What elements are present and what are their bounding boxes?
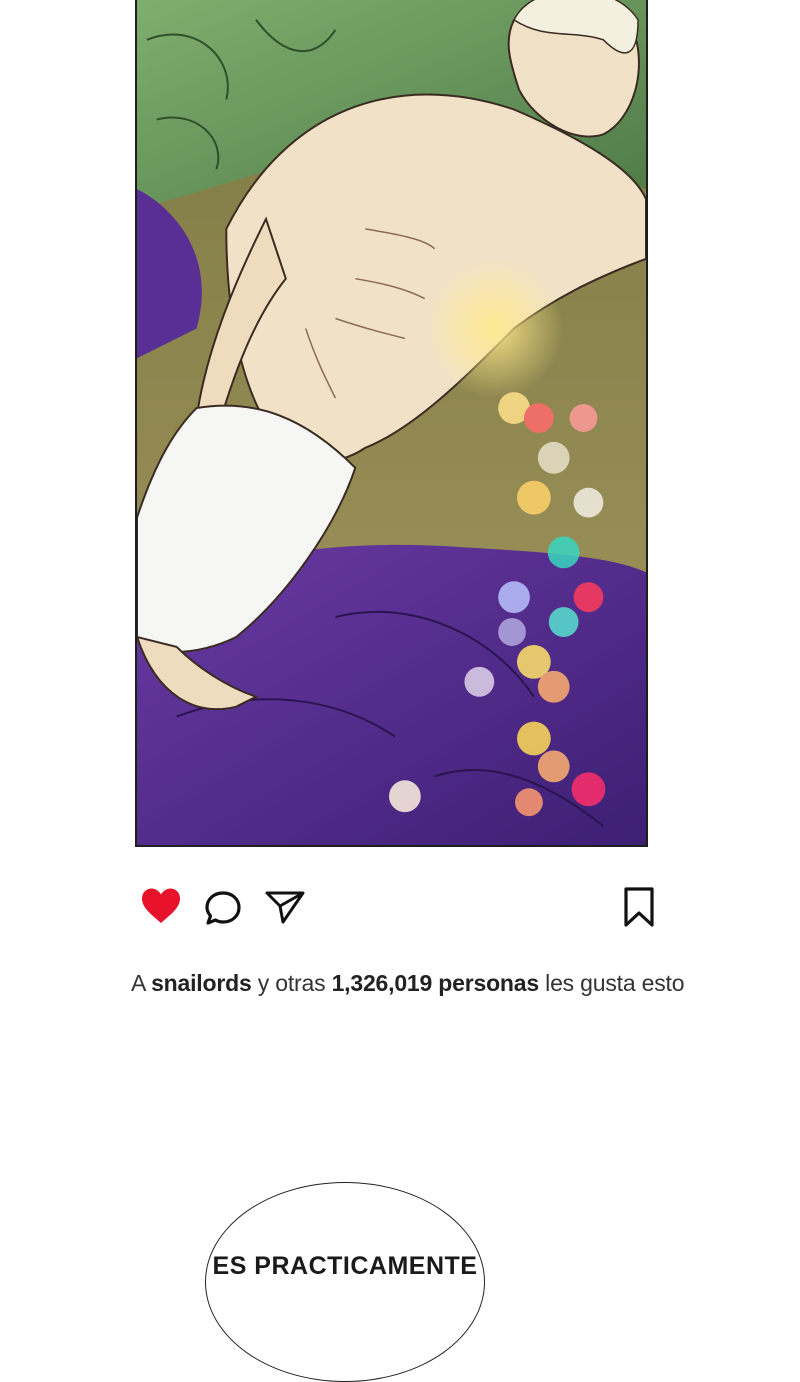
likes-suffix: les gusta esto [545, 970, 685, 996]
likes-count[interactable]: 1,326,019 personas [332, 970, 540, 996]
paper-plane-icon[interactable] [264, 889, 306, 925]
likes-middle: y otras [257, 970, 326, 996]
likes-summary: A snailords y otras 1,326,019 personas l… [131, 970, 731, 997]
post-image[interactable] [135, 0, 648, 847]
likes-prefix: A [131, 970, 145, 996]
speech-bubble-text: ES PRACTICAMENTE [212, 1252, 478, 1280]
bookmark-icon[interactable] [622, 886, 656, 928]
post-illustration [137, 0, 646, 845]
speech-bubble [205, 1182, 485, 1382]
liked-by-user[interactable]: snailords [151, 970, 252, 996]
comment-bubble-icon[interactable] [204, 890, 242, 926]
post-actions [0, 880, 800, 936]
heart-filled-icon[interactable] [140, 887, 182, 925]
